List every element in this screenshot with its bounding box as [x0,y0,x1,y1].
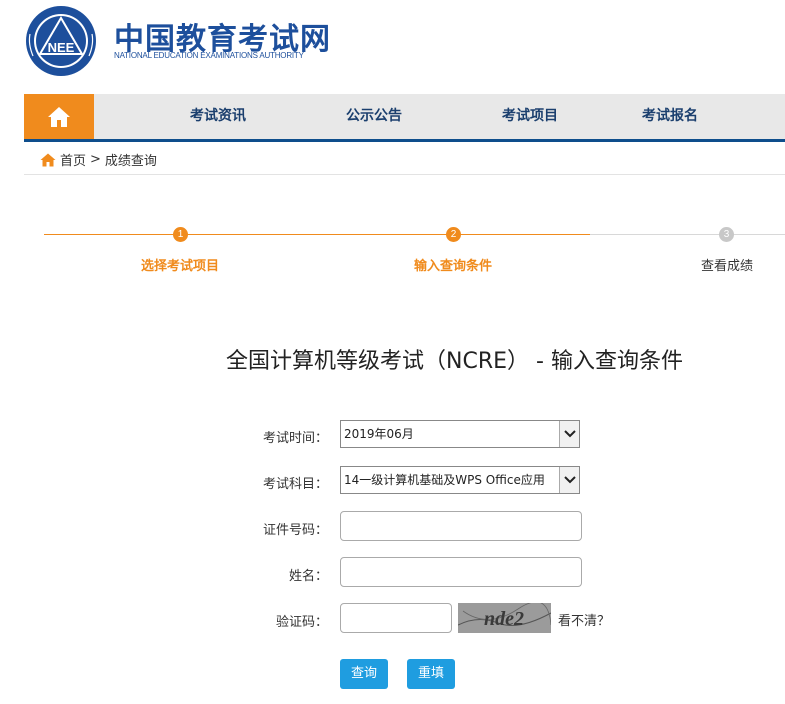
breadcrumb-home-link[interactable]: 首页 [60,150,86,169]
step-1-marker: 1 [173,227,188,242]
divider [24,174,785,175]
nav-item-announcements[interactable]: 公示公告 [346,94,402,139]
subject-value: 14一级计算机基础及WPS Office应用 [344,473,545,487]
exam-time-select[interactable]: 2019年06月 [340,420,580,448]
step-remaining-line [590,234,785,235]
page-title: 全国计算机等级考试（NCRE） - 输入查询条件 [226,349,683,374]
nav-item-exam-projects[interactable]: 考试项目 [502,94,558,139]
reset-button[interactable]: 重填 [407,659,455,689]
breadcrumb: 首页 > 成绩查询 [40,150,157,169]
home-icon [48,106,70,127]
step-2-marker: 2 [446,227,461,242]
main-nav: 考试资讯 公示公告 考试项目 考试报名 [24,94,785,142]
chevron-down-icon [559,421,579,447]
captcha-label: 验证码： [275,615,328,630]
exam-time-label: 考试时间： [262,431,328,446]
nav-item-exam-news[interactable]: 考试资讯 [190,94,246,139]
home-icon [40,153,56,166]
nav-home-button[interactable] [24,94,94,139]
step-2-label: 输入查询条件 [413,259,493,274]
id-number-input[interactable] [340,511,582,541]
query-button[interactable]: 查询 [340,659,388,689]
breadcrumb-current: 成绩查询 [104,154,157,169]
subject-select[interactable]: 14一级计算机基础及WPS Office应用 [340,466,580,494]
name-label: 姓名： [288,569,328,584]
subject-label: 考试科目： [262,477,328,492]
id-number-label: 证件号码： [262,523,328,538]
neea-logo: NEE [26,6,96,76]
exam-time-value: 2019年06月 [344,427,414,441]
step-1-label: 选择考试项目 [140,259,220,274]
nav-item-registration[interactable]: 考试报名 [642,94,698,139]
svg-text:nde2: nde2 [484,608,524,630]
step-progress-line [44,234,590,235]
captcha-refresh-link[interactable]: 看不清？ [558,610,610,629]
chevron-down-icon [559,467,579,493]
captcha-input[interactable] [340,603,452,633]
step-3-marker: 3 [719,227,734,242]
svg-text:NEE: NEE [48,40,75,55]
step-3-label: 查看成绩 [700,259,754,274]
captcha-image[interactable]: nde2 [458,603,551,633]
breadcrumb-separator: > [90,152,101,167]
site-title-en: NATIONAL EDUCATION EXAMINATIONS AUTHORIT… [114,51,304,60]
name-input[interactable] [340,557,582,587]
